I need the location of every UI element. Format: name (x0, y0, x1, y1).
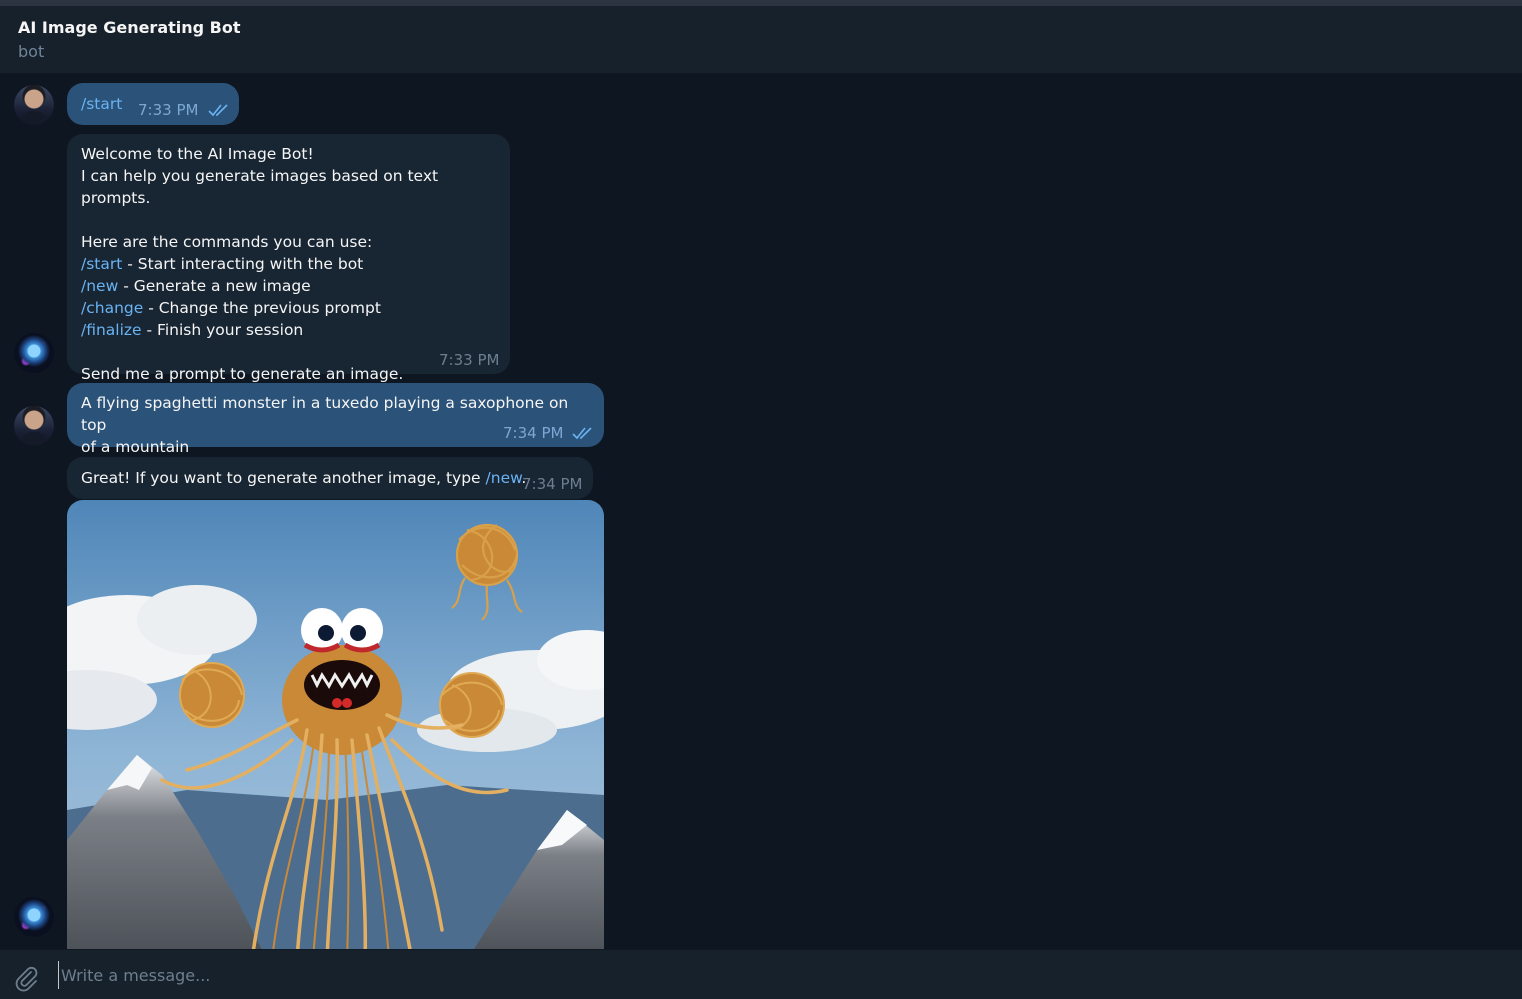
message-time: 7:34 PM (503, 424, 564, 442)
message-line: I can help you generate images based on … (81, 167, 439, 207)
message-line: Here are the commands you can use: (81, 233, 373, 251)
command-description: - Generate a new image (118, 277, 311, 295)
command-line: /finalize - Finish your session (81, 319, 501, 341)
chat-status: bot (18, 42, 45, 61)
message-bubble-outgoing[interactable]: /start 7:33 PM (67, 83, 239, 125)
command-line: /change - Change the previous prompt (81, 297, 501, 319)
command-link[interactable]: /new (486, 469, 522, 487)
chat-title: AI Image Generating Bot (18, 18, 241, 37)
command-description: - Change the previous prompt (143, 299, 381, 317)
message-bubble-outgoing[interactable]: A flying spaghetti monster in a tuxedo p… (67, 383, 604, 456)
generated-image[interactable] (67, 500, 604, 949)
attach-icon[interactable] (12, 964, 40, 992)
command-link[interactable]: /finalize (81, 321, 142, 339)
message-text: Welcome to the AI Image Bot! I can help … (81, 143, 501, 385)
double-check-icon (572, 427, 592, 440)
message-bubble-incoming[interactable]: Welcome to the AI Image Bot! I can help … (67, 134, 510, 383)
command-line: /new - Generate a new image (81, 275, 501, 297)
user-avatar[interactable] (14, 85, 54, 125)
chat-header[interactable]: AI Image Generating Bot bot (0, 6, 1522, 74)
command-line: /start - Start interacting with the bot (81, 253, 501, 275)
message-composer (0, 949, 1522, 999)
command-link[interactable]: /change (81, 299, 143, 317)
message-time: 7:33 PM (138, 101, 199, 119)
message-line: Great! If you want to generate another i… (81, 469, 486, 487)
spaghetti-monster-image (67, 500, 604, 949)
message-line: Send me a prompt to generate an image. (81, 365, 404, 383)
message-text: Great! If you want to generate another i… (81, 467, 526, 489)
command-description: - Finish your session (141, 321, 304, 339)
command-link[interactable]: /start (81, 255, 122, 273)
double-check-icon (208, 104, 228, 117)
command-description: - Start interacting with the bot (122, 255, 364, 273)
message-time: 7:34 PM (522, 475, 583, 493)
message-line: Welcome to the AI Image Bot! (81, 145, 314, 163)
bot-avatar[interactable] (14, 897, 54, 937)
message-input[interactable] (58, 961, 1503, 989)
command-link[interactable]: /start (81, 93, 122, 115)
message-bubble-incoming[interactable]: Great! If you want to generate another i… (67, 457, 593, 499)
message-time: 7:33 PM (439, 351, 500, 369)
message-list[interactable]: /start 7:33 PM Welcome to the AI Image B… (0, 74, 1522, 949)
command-link[interactable]: /new (81, 277, 118, 295)
user-avatar[interactable] (14, 406, 54, 446)
bot-avatar[interactable] (14, 333, 54, 373)
